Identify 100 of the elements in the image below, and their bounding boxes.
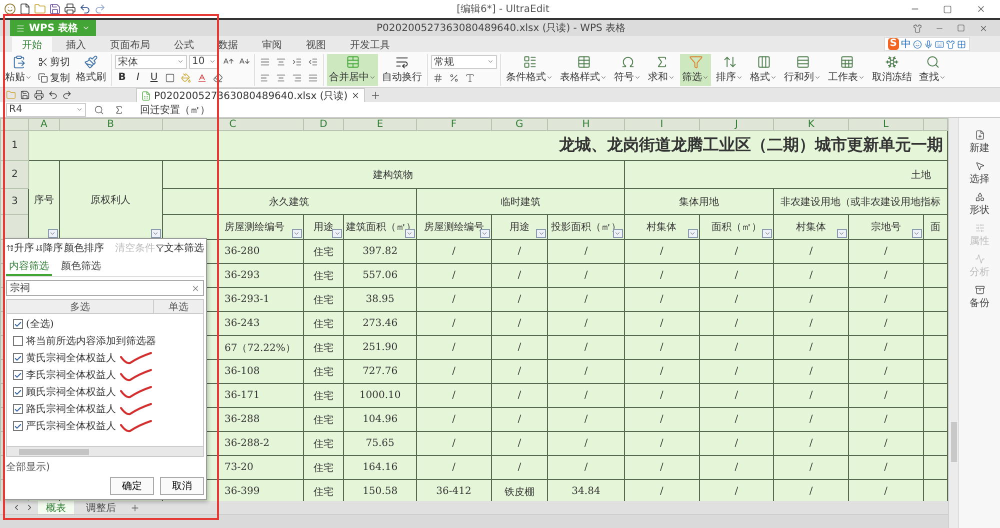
- caret-icon: [939, 74, 946, 80]
- ribbon-button[interactable]: 筛选: [680, 54, 711, 86]
- menu-tab[interactable]: 插入: [56, 37, 96, 52]
- sidebar-button[interactable]: 选择: [970, 161, 990, 186]
- menu-tab[interactable]: 开始: [12, 37, 52, 52]
- column-header[interactable]: A: [28, 118, 60, 130]
- ribbon-button[interactable]: 排序: [714, 54, 745, 86]
- filter-dropdown-button[interactable]: [612, 229, 623, 238]
- ribbon-button[interactable]: 取消冻结: [870, 54, 914, 86]
- ribbon-button[interactable]: 表格样式: [558, 54, 609, 86]
- filter-dropdown-button[interactable]: [688, 229, 698, 238]
- ime-toolbar[interactable]: S 中: [884, 37, 970, 51]
- column-header[interactable]: I: [624, 118, 700, 130]
- column-header[interactable]: K: [774, 118, 848, 130]
- filter-dropdown-button[interactable]: [150, 229, 161, 238]
- ribbon-button[interactable]: 符号: [612, 54, 643, 86]
- filter-value[interactable]: 严氏宗祠全体权益人: [26, 419, 116, 433]
- ribbon-button[interactable]: 格式: [748, 54, 779, 86]
- filter-value[interactable]: 顾氏宗祠全体权益人: [26, 385, 116, 399]
- menu-tab[interactable]: 审阅: [252, 37, 292, 52]
- table-cell: 104.96: [344, 408, 416, 432]
- checkbox[interactable]: [13, 336, 23, 346]
- filter-dropdown-button[interactable]: [48, 229, 58, 238]
- merge-center-button[interactable]: 合并居中: [327, 54, 378, 86]
- menu-tab[interactable]: 数据: [208, 37, 248, 52]
- close-icon: [350, 91, 360, 100]
- paste-button[interactable]: 粘贴: [3, 54, 34, 86]
- table-header-cell: 非农建设用地（或非农建设用地指标: [774, 188, 948, 214]
- ribbon-button[interactable]: 行和列: [782, 54, 823, 86]
- filter-value[interactable]: (全选): [26, 317, 54, 331]
- sidebar-button[interactable]: 形状: [970, 192, 990, 217]
- sheet-tab[interactable]: 调整后: [78, 501, 124, 514]
- checkbox[interactable]: [13, 421, 23, 431]
- filter-dropdown-button[interactable]: [292, 229, 302, 238]
- font-size-select[interactable]: 10: [189, 54, 219, 68]
- fill-color-button[interactable]: [179, 70, 193, 84]
- ribbon-button[interactable]: 查找: [917, 54, 948, 86]
- menu-tab[interactable]: 页面布局: [100, 37, 160, 52]
- filter-value[interactable]: 李氏宗祠全体权益人: [26, 368, 116, 382]
- sort-button[interactable]: 降序: [35, 241, 63, 255]
- filter-tab[interactable]: 颜色筛选: [58, 258, 104, 276]
- column-header[interactable]: J: [699, 118, 774, 130]
- checkbox[interactable]: [13, 319, 23, 329]
- font-select[interactable]: 宋体: [115, 54, 187, 68]
- column-header[interactable]: C: [162, 118, 304, 130]
- sidebar-button[interactable]: 备份: [970, 285, 990, 310]
- filter-dropdown-button[interactable]: [836, 229, 847, 238]
- filter-dropdown-button[interactable]: [912, 229, 922, 238]
- cancel-button[interactable]: 取消: [160, 477, 204, 495]
- filter-dropdown-button[interactable]: [762, 229, 772, 238]
- table-cell: /: [848, 480, 924, 501]
- row-number[interactable]: 1: [0, 130, 29, 160]
- row-number[interactable]: 2: [0, 160, 29, 188]
- ribbon-button[interactable]: 工作表: [826, 54, 867, 86]
- checkbox[interactable]: [13, 387, 23, 397]
- font-style-button[interactable]: B: [115, 70, 129, 84]
- horizontal-scrollbar[interactable]: [7, 446, 203, 456]
- table-cell: /: [699, 432, 774, 456]
- sort-button[interactable]: 颜色排序: [64, 241, 104, 255]
- select-all-corner[interactable]: [0, 118, 29, 130]
- filter-dropdown-button[interactable]: [332, 229, 342, 238]
- filter-value[interactable]: 黄氏宗祠全体权益人: [26, 351, 116, 365]
- smile-icon: [913, 40, 922, 48]
- filter-dropdown-button[interactable]: [536, 229, 546, 238]
- menu-tab[interactable]: 视图: [296, 37, 336, 52]
- wrap-text-button[interactable]: 自动换行: [380, 54, 424, 86]
- number-format-select[interactable]: 常规: [431, 54, 497, 68]
- ribbon-button[interactable]: 条件格式: [504, 54, 555, 86]
- menu-tab[interactable]: 开发工具: [340, 37, 400, 52]
- checkbox[interactable]: [13, 370, 23, 380]
- font-style-button[interactable]: U: [147, 70, 161, 84]
- column-header[interactable]: G: [491, 118, 548, 130]
- format-painter-button[interactable]: 格式刷: [74, 54, 108, 86]
- ribbon-button[interactable]: 求和: [646, 54, 677, 86]
- caret-icon: [546, 74, 553, 80]
- filter-value[interactable]: 将当前所选内容添加到筛选器: [26, 334, 156, 348]
- column-header[interactable]: E: [344, 118, 416, 130]
- column-header[interactable]: F: [416, 118, 492, 130]
- font-style-button[interactable]: I: [131, 70, 145, 84]
- ok-button[interactable]: 确定: [110, 477, 154, 495]
- checkbox[interactable]: [13, 353, 23, 363]
- cell-reference-field[interactable]: R4: [6, 102, 86, 116]
- table-cell: /: [624, 432, 700, 456]
- sheet-tab[interactable]: 概表: [38, 501, 74, 514]
- checkbox[interactable]: [13, 404, 23, 414]
- filter-dropdown-button[interactable]: [404, 229, 415, 238]
- column-header[interactable]: D: [303, 118, 344, 130]
- sidebar-button[interactable]: 新建: [970, 130, 990, 155]
- column-header[interactable]: L: [848, 118, 924, 130]
- vertical-scrollbar[interactable]: [948, 118, 958, 528]
- formula-field[interactable]: 回迁安置（㎡）: [140, 102, 210, 116]
- filter-value[interactable]: 路氏宗祠全体权益人: [26, 402, 116, 416]
- column-header[interactable]: H: [548, 118, 624, 130]
- sort-button[interactable]: 升序: [6, 241, 34, 255]
- column-header[interactable]: B: [59, 118, 162, 130]
- table-header-cell: 集体用地: [624, 188, 774, 214]
- cut-button[interactable]: 剪切: [36, 54, 72, 68]
- search-field[interactable]: 宗祠: [6, 280, 204, 296]
- copy-button[interactable]: 复制: [36, 70, 72, 84]
- menu-tab[interactable]: 公式: [164, 37, 204, 52]
